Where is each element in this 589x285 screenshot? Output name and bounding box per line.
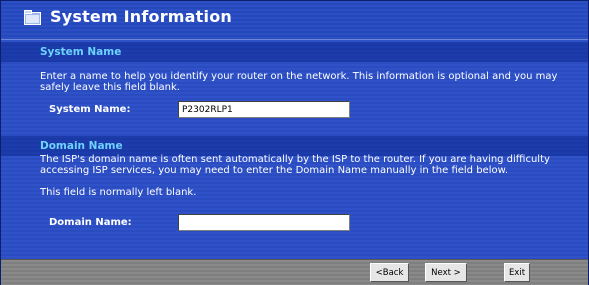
domain-name-label: Domain Name:: [49, 217, 132, 228]
page-title: System Information: [50, 7, 232, 26]
back-button[interactable]: <Back: [370, 263, 409, 282]
domain-name-note: This field is normally left blank.: [40, 187, 197, 198]
next-button[interactable]: Next >: [425, 263, 467, 282]
exit-button[interactable]: Exit: [504, 263, 530, 282]
system-name-input[interactable]: [178, 101, 350, 118]
domain-name-input[interactable]: [178, 214, 350, 231]
wizard-window: System Information System Name Enter a n…: [0, 0, 589, 285]
system-name-description: Enter a name to help you identify your r…: [40, 71, 558, 93]
wizard-footer: <Back Next > Exit: [1, 259, 588, 285]
wizard-content: System Name Enter a name to help you ide…: [1, 40, 588, 259]
domain-name-description: The ISP's domain name is often sent auto…: [40, 154, 550, 176]
wizard-header: System Information: [1, 1, 588, 40]
system-name-label: System Name:: [49, 104, 131, 115]
domain-name-section-title: Domain Name: [40, 140, 123, 152]
folder-icon: [24, 10, 41, 25]
system-name-section-title: System Name: [40, 46, 122, 58]
